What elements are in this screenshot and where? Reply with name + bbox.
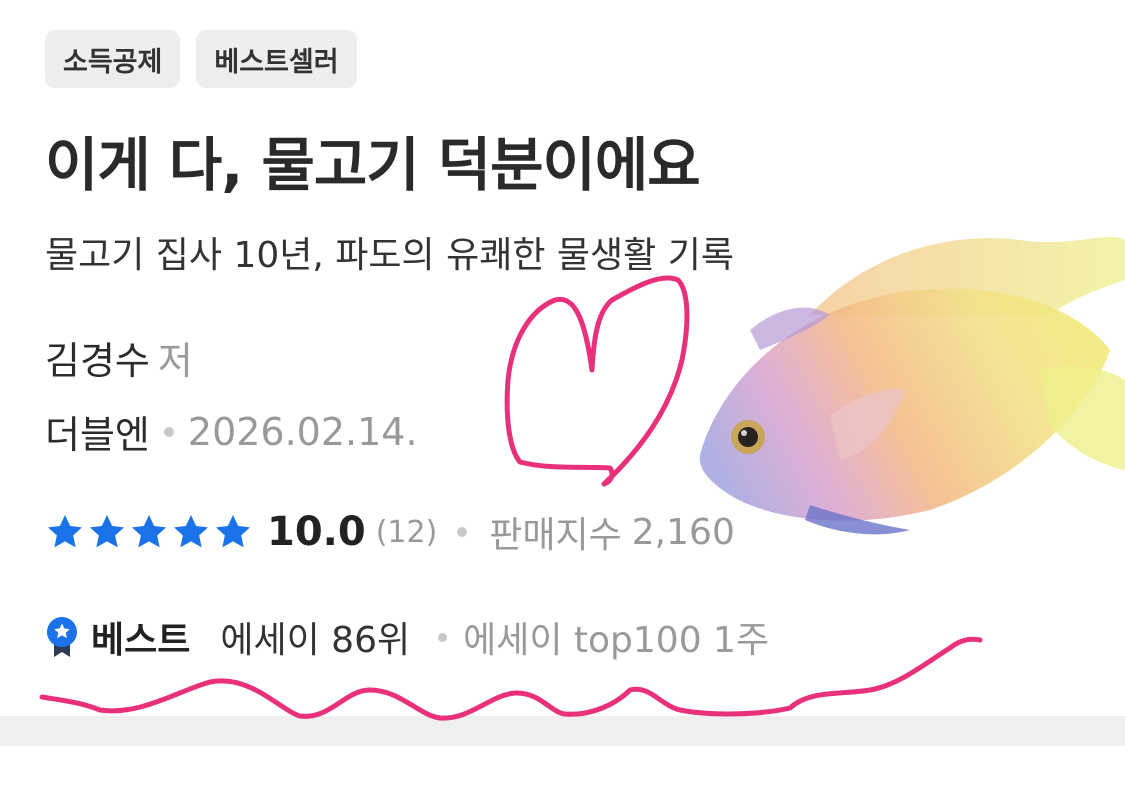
rating-row: 10.0 (12) 판매지수 2,160 xyxy=(45,506,735,558)
tag-income-deduction[interactable]: 소득공제 xyxy=(45,30,181,88)
heart-drawing xyxy=(504,275,690,487)
author-name[interactable]: 김경수 xyxy=(45,339,150,383)
author-role: 저 xyxy=(157,339,193,383)
sales-index-label: 판매지수 xyxy=(489,515,622,556)
publish-date: 2026.02.14. xyxy=(187,409,418,454)
tag-list: 소득공제 베스트셀러 xyxy=(45,30,357,88)
book-subtitle: 물고기 집사 10년, 파도의 유쾌한 물생활 기록 xyxy=(45,235,734,276)
best-category-rank[interactable]: 에세이 86위 xyxy=(220,611,410,663)
star-icon xyxy=(174,515,208,548)
best-label: 베스트 xyxy=(91,620,191,661)
tag-bestseller[interactable]: 베스트셀러 xyxy=(196,30,357,88)
best-ranking-row[interactable]: 베스트 에세이 86위 에세이 top100 1주 xyxy=(45,610,769,664)
separator-dot xyxy=(163,426,174,437)
best-badge-icon xyxy=(47,617,77,657)
separator-dot xyxy=(438,632,448,642)
author-row: 김경수 저 xyxy=(45,330,193,385)
star-rating xyxy=(45,512,253,552)
book-info-card: 소득공제 베스트셀러 이게 다, 물고기 덕분이에요 물고기 집사 10년, 파… xyxy=(0,0,1125,785)
book-title: 이게 다, 물고기 덕분이에요 xyxy=(45,131,701,199)
publisher-name[interactable]: 더블엔 xyxy=(45,404,150,459)
section-divider xyxy=(0,716,1125,746)
rating-score: 10.0 xyxy=(267,509,366,555)
star-icon xyxy=(48,515,82,548)
publisher-row: 더블엔 2026.02.14. xyxy=(45,404,418,459)
best-top100-weeks: 에세이 top100 1주 xyxy=(463,620,770,661)
star-icon xyxy=(216,515,250,548)
review-count[interactable]: (12) xyxy=(376,515,438,550)
fish-illustration xyxy=(699,236,1125,535)
star-icon xyxy=(90,515,124,548)
star-icon xyxy=(132,515,166,548)
separator-dot xyxy=(457,527,468,537)
